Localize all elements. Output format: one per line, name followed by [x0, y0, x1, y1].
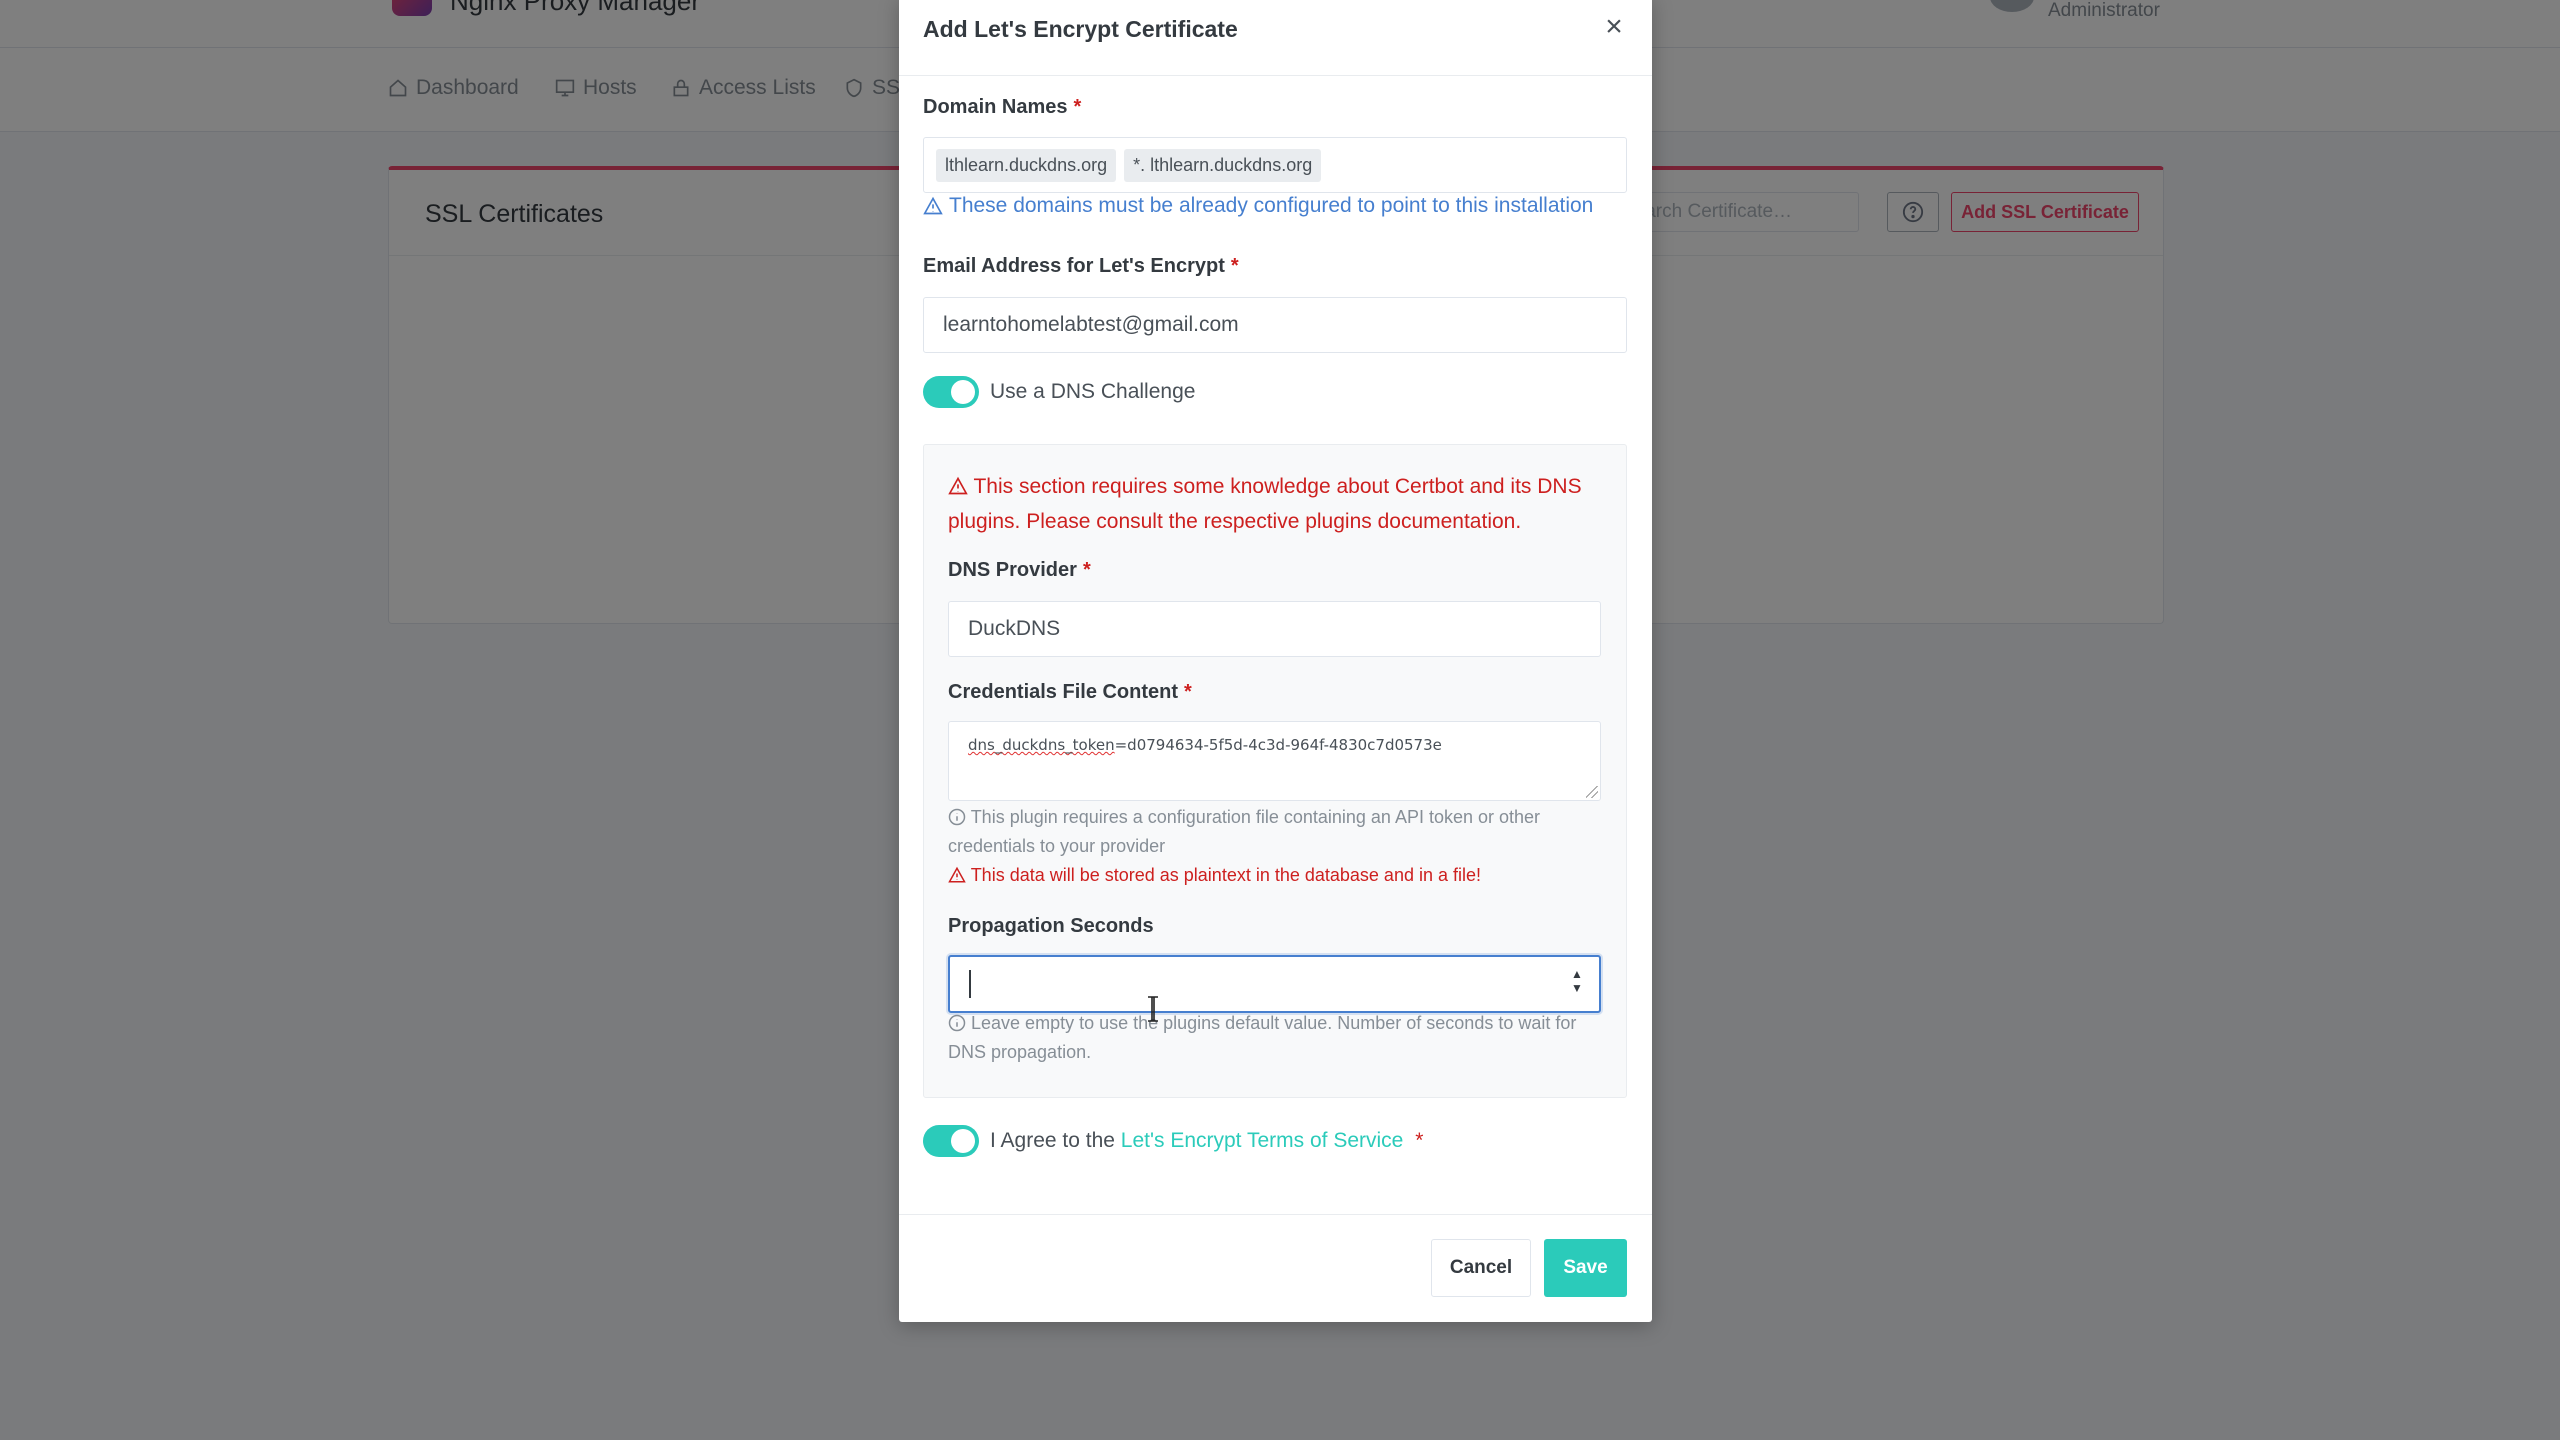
credentials-warning: This data will be stored as plaintext in…	[948, 861, 1608, 890]
warning-icon	[948, 866, 966, 883]
propagation-note-text: Leave empty to use the plugins default v…	[948, 1013, 1577, 1062]
dns-provider-select[interactable]: DuckDNS	[948, 601, 1601, 657]
domain-tag[interactable]: *. lthlearn.duckdns.org	[1124, 148, 1322, 182]
email-label-text: Email Address for Let's Encrypt	[923, 255, 1225, 277]
save-button[interactable]: Save	[1544, 1239, 1627, 1297]
credentials-note-text: This plugin requires a configuration fil…	[948, 807, 1541, 856]
email-label: Email Address for Let's Encrypt *	[923, 255, 1239, 278]
required-mark: *	[1230, 255, 1239, 277]
cancel-button[interactable]: Cancel	[1431, 1239, 1531, 1297]
credentials-label: Credentials File Content *	[948, 681, 1192, 704]
info-icon	[948, 1014, 966, 1032]
agree-prefix: I Agree to the	[990, 1129, 1115, 1152]
domain-names-label-text: Domain Names	[923, 96, 1068, 118]
resize-handle[interactable]	[1586, 786, 1598, 798]
agree-tos-label: I Agree to the Let's Encrypt Terms of Se…	[990, 1129, 1423, 1153]
warning-icon	[923, 196, 943, 215]
mouse-cursor-icon	[1148, 996, 1158, 1022]
number-spinner[interactable]: ▲ ▼	[1569, 967, 1585, 997]
tos-link[interactable]: Let's Encrypt Terms of Service	[1121, 1129, 1404, 1152]
propagation-label: Propagation Seconds	[948, 915, 1154, 937]
dns-challenge-label: Use a DNS Challenge	[990, 380, 1196, 403]
email-field[interactable]: learntohomelabtest@gmail.com	[923, 297, 1627, 353]
required-mark: *	[1082, 559, 1091, 581]
credentials-value: =d0794634-5f5d-4c3d-964f-4830c7d0573e	[1114, 736, 1442, 754]
info-icon	[948, 808, 966, 826]
modal-title: Add Let's Encrypt Certificate	[923, 16, 1238, 42]
domain-names-label: Domain Names *	[923, 96, 1081, 119]
modal-header: Add Let's Encrypt Certificate ×	[899, 0, 1652, 76]
credentials-label-text: Credentials File Content	[948, 681, 1179, 703]
propagation-note: Leave empty to use the plugins default v…	[948, 1009, 1608, 1067]
text-caret	[969, 970, 971, 998]
modal-footer: Cancel Save	[899, 1214, 1652, 1322]
dns-warning: This section requires some knowledge abo…	[948, 469, 1608, 539]
domain-names-input[interactable]: lthlearn.duckdns.org *. lthlearn.duckdns…	[923, 137, 1627, 193]
close-icon[interactable]: ×	[1599, 12, 1629, 42]
domain-hint: These domains must be already configured…	[923, 194, 1593, 218]
warning-icon	[948, 476, 968, 495]
required-mark: *	[1073, 96, 1082, 118]
domain-tag[interactable]: lthlearn.duckdns.org	[936, 148, 1117, 182]
add-certificate-modal: Add Let's Encrypt Certificate × Domain N…	[899, 0, 1652, 1322]
dns-challenge-section: This section requires some knowledge abo…	[923, 444, 1627, 1098]
dns-provider-label: DNS Provider *	[948, 559, 1091, 582]
dns-challenge-toggle[interactable]	[923, 376, 979, 408]
agree-tos-toggle[interactable]	[923, 1125, 979, 1157]
credentials-key: dns_duckdns_token	[968, 736, 1115, 754]
credentials-textarea[interactable]: dns_duckdns_token=d0794634-5f5d-4c3d-964…	[948, 721, 1601, 801]
required-mark: *	[1184, 681, 1192, 703]
propagation-seconds-input[interactable]: ▲ ▼	[948, 955, 1601, 1013]
dns-warning-text: This section requires some knowledge abo…	[948, 475, 1582, 533]
credentials-note: This plugin requires a configuration fil…	[948, 803, 1608, 861]
dns-provider-label-text: DNS Provider	[948, 559, 1077, 581]
credentials-warning-text: This data will be stored as plaintext in…	[970, 865, 1481, 885]
required-mark: *	[1415, 1129, 1424, 1152]
domain-hint-text: These domains must be already configured…	[949, 194, 1594, 217]
